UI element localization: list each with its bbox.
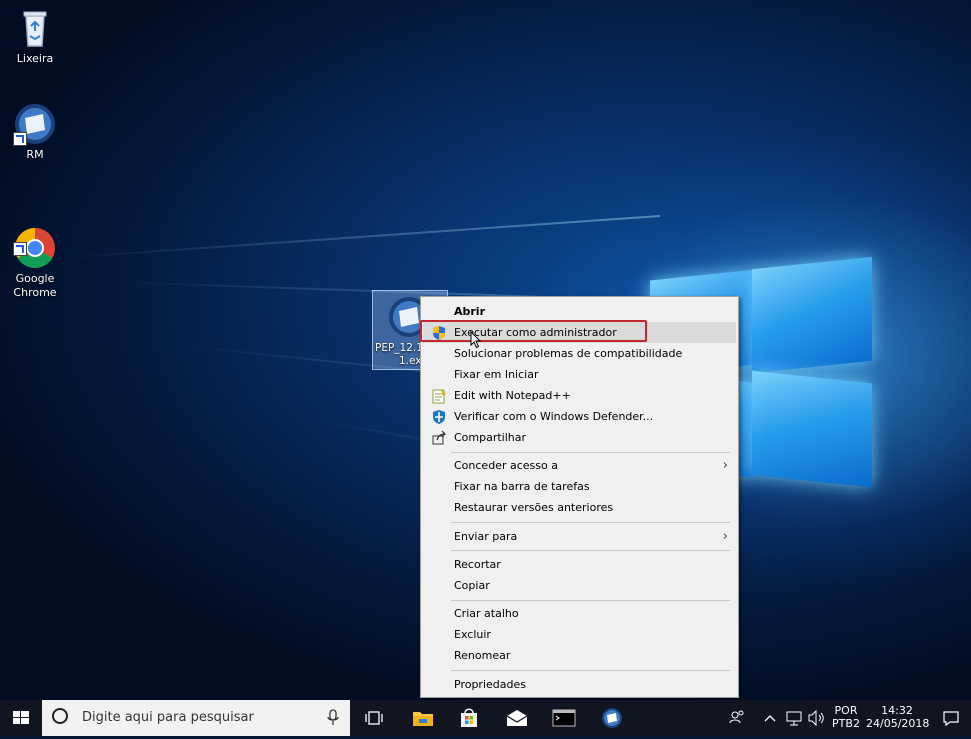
menu-item-label: Copiar — [454, 579, 490, 592]
menu-item-label: Verificar com o Windows Defender... — [454, 410, 654, 423]
mouse-cursor-icon — [470, 330, 482, 349]
desktop-icon-label: RM — [26, 148, 44, 161]
menu-item-criar-atalho[interactable]: Criar atalho — [423, 603, 736, 624]
annotation-highlight-box — [420, 320, 647, 342]
menu-separator — [451, 522, 730, 523]
menu-item-label: Propriedades — [454, 678, 526, 691]
store-icon[interactable] — [451, 700, 487, 736]
menu-item-propriedades[interactable]: Propriedades — [423, 674, 736, 695]
chevron-right-icon: › — [722, 458, 728, 473]
menu-item-label: Criar atalho — [454, 607, 519, 620]
shortcut-arrow-icon — [13, 242, 27, 256]
desktop-icon-label: Google Chrome — [13, 272, 57, 299]
share-icon — [431, 430, 447, 446]
file-explorer-icon[interactable] — [405, 700, 441, 736]
desktop-icon-label: Lixeira — [16, 52, 54, 65]
rm-app-icon[interactable] — [594, 700, 630, 736]
menu-item-fixar-em-iniciar[interactable]: Fixar em Iniciar — [423, 364, 736, 385]
menu-separator — [451, 452, 730, 453]
chevron-right-icon: › — [722, 529, 728, 544]
menu-item-label: Excluir — [454, 628, 491, 641]
menu-item-renomear[interactable]: Renomear — [423, 645, 736, 666]
menu-item-label: Fixar na barra de tarefas — [454, 480, 590, 493]
menu-item-copiar[interactable]: Copiar — [423, 575, 736, 596]
shortcut-arrow-icon — [13, 132, 27, 146]
notepad-plus-plus-icon — [431, 388, 447, 404]
network-icon[interactable] — [784, 700, 806, 736]
menu-item-label: Compartilhar — [454, 431, 527, 444]
context-menu: Abrir Executar como administrador Soluci… — [420, 296, 739, 698]
menu-item-abrir[interactable]: Abrir — [423, 301, 736, 322]
volume-icon[interactable] — [806, 700, 828, 736]
menu-item-conceder-acesso[interactable]: Conceder acesso a › — [423, 455, 736, 476]
menu-item-compartilhar[interactable]: Compartilhar — [423, 427, 736, 448]
menu-separator — [451, 600, 730, 601]
start-button[interactable] — [0, 700, 42, 736]
keyboard-layout: PTB2 — [832, 717, 860, 730]
desktop-icon-chrome[interactable]: Google Chrome — [2, 198, 68, 314]
microphone-icon[interactable] — [326, 709, 340, 727]
clock[interactable]: 14:32 24/05/2018 — [866, 704, 930, 730]
menu-item-recortar[interactable]: Recortar — [423, 554, 736, 575]
clock-date: 24/05/2018 — [866, 717, 930, 730]
search-placeholder: Digite aqui para pesquisar — [82, 710, 254, 725]
mail-icon[interactable] — [499, 700, 535, 736]
desktop-icon-rm[interactable]: RM — [2, 102, 68, 162]
rm-app-icon — [13, 102, 57, 146]
menu-item-label: Fixar em Iniciar — [454, 368, 539, 381]
file-label-line1: PEP_12.1 — [375, 342, 423, 354]
menu-item-label: Abrir — [454, 305, 486, 318]
menu-item-label: Recortar — [454, 558, 501, 571]
language-indicator[interactable]: POR PTB2 — [828, 704, 864, 730]
menu-item-label: Solucionar problemas de compatibilidade — [454, 347, 683, 360]
cmd-icon[interactable] — [546, 700, 582, 736]
menu-item-restaurar-versoes[interactable]: Restaurar versões anteriores — [423, 497, 736, 518]
people-icon[interactable] — [726, 700, 748, 736]
menu-item-fixar-barra-tarefas[interactable]: Fixar na barra de tarefas — [423, 476, 736, 497]
windows-defender-icon — [431, 409, 447, 425]
chevron-up-icon[interactable] — [762, 700, 778, 736]
menu-item-label: Renomear — [454, 649, 511, 662]
desktop-icon-recycle-bin[interactable]: Lixeira — [2, 6, 68, 66]
menu-item-edit-notepad[interactable]: Edit with Notepad++ — [423, 385, 736, 406]
menu-item-label: Enviar para — [454, 530, 518, 543]
menu-separator — [451, 550, 730, 551]
windows-start-icon — [13, 711, 29, 724]
chrome-icon — [13, 212, 57, 268]
cortana-circle-icon — [52, 708, 68, 724]
task-view-icon[interactable] — [356, 700, 392, 736]
language-code: POR — [834, 704, 858, 717]
menu-item-excluir[interactable]: Excluir — [423, 624, 736, 645]
menu-item-label: Edit with Notepad++ — [454, 389, 571, 402]
recycle-bin-icon — [13, 6, 57, 50]
menu-item-label: Restaurar versões anteriores — [454, 501, 614, 514]
menu-item-enviar-para[interactable]: Enviar para › — [423, 526, 736, 547]
action-center-icon[interactable] — [936, 700, 966, 736]
taskbar-search-box[interactable]: Digite aqui para pesquisar — [42, 700, 350, 736]
menu-item-verificar-defender[interactable]: Verificar com o Windows Defender... — [423, 406, 736, 427]
menu-item-label: Conceder acesso a — [454, 459, 558, 472]
clock-time: 14:32 — [881, 704, 913, 717]
menu-separator — [451, 670, 730, 671]
